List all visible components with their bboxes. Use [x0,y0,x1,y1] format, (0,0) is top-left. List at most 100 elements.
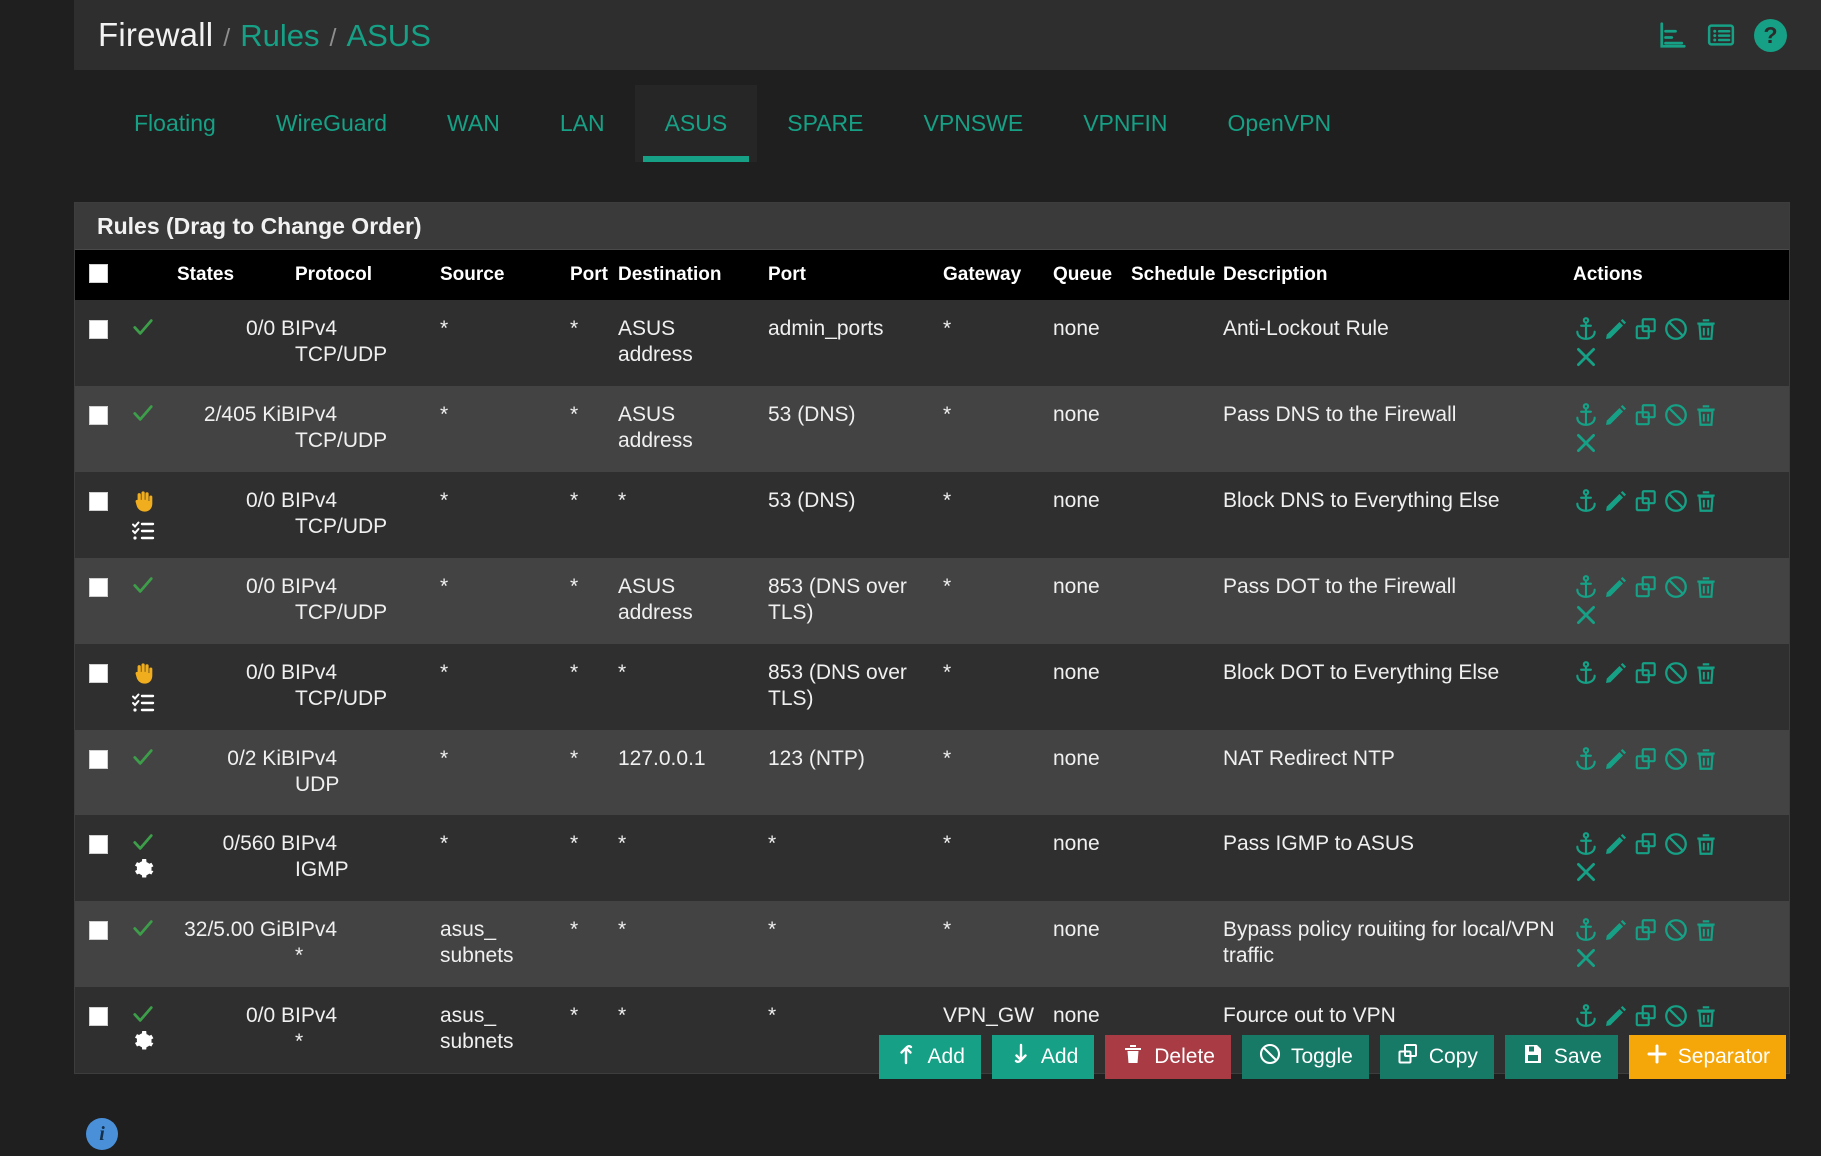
cell-states[interactable]: 2/405 KiB [177,386,295,472]
edit-icon[interactable] [1603,917,1629,943]
block-icon[interactable] [1663,488,1689,514]
edit-icon[interactable] [1603,488,1629,514]
copy-icon[interactable] [1633,1003,1659,1029]
table-row[interactable]: 2/405 KiB IPv4 TCP/UDP * * ASUS address 53 (DNS… [75,386,1789,472]
anchor-icon[interactable] [1573,746,1599,772]
edit-icon[interactable] [1603,574,1629,600]
separator-button[interactable]: Separator [1628,1035,1786,1079]
cell-states[interactable]: 0/2 KiB [177,730,295,815]
trash-icon[interactable] [1693,574,1719,600]
block-icon[interactable] [1663,574,1689,600]
trash-icon[interactable] [1693,831,1719,857]
tab-spare[interactable]: SPARE [757,85,893,162]
edit-icon[interactable] [1603,1003,1629,1029]
close-icon[interactable] [1573,430,1599,456]
help-icon[interactable]: ? [1754,18,1787,52]
row-checkbox[interactable] [89,750,108,769]
tab-wan[interactable]: WAN [417,85,530,162]
block-icon[interactable] [1663,660,1689,686]
add-down-button[interactable]: Add [991,1035,1095,1079]
row-checkbox[interactable] [89,834,108,854]
list-icon[interactable] [1706,20,1736,50]
trash-icon[interactable] [1693,917,1719,943]
copy-button[interactable]: Copy [1379,1035,1494,1079]
table-row[interactable]: 0/0 B IPv4 TCP/UDP * * ASUS address 853 (DNS ov… [75,558,1789,644]
copy-icon[interactable] [1633,660,1659,686]
breadcrumb-rules-link[interactable]: Rules [240,18,319,54]
tab-asus[interactable]: ASUS [634,85,758,162]
row-checkbox[interactable] [89,920,108,940]
cell-states[interactable]: 32/5.00 GiB [177,901,295,987]
copy-icon[interactable] [1633,316,1659,342]
save-button[interactable]: Save [1504,1035,1618,1079]
row-checkbox[interactable] [89,664,108,683]
block-icon[interactable] [1663,917,1689,943]
cell-states[interactable]: 0/0 B [177,644,295,730]
row-checkbox[interactable] [89,406,108,425]
cell-states[interactable]: 0/0 B [177,558,295,644]
delete-button[interactable]: Delete [1105,1035,1231,1079]
cell-source[interactable]: asus_ subnets [440,901,570,987]
edit-icon[interactable] [1603,746,1629,772]
copy-icon[interactable] [1633,917,1659,943]
tab-lan[interactable]: LAN [530,85,635,162]
cell-states[interactable]: 0/0 B [177,472,295,558]
copy-icon[interactable] [1633,488,1659,514]
block-icon[interactable] [1663,402,1689,428]
block-icon[interactable] [1663,316,1689,342]
edit-icon[interactable] [1603,402,1629,428]
cell-states[interactable]: 0/0 B [177,300,295,386]
close-icon[interactable] [1573,859,1599,885]
anchor-icon[interactable] [1573,574,1599,600]
tab-openvpn[interactable]: OpenVPN [1198,85,1362,162]
table-row[interactable]: 32/5.00 GiB IPv4 * asus_ subnets * * * * none Bypa… [75,900,1789,987]
table-row[interactable]: 0/0 B IPv4 TCP/UDP * * * 853 (DNS over TLS) * no… [75,644,1789,730]
trash-icon[interactable] [1693,660,1719,686]
tab-vpnswe[interactable]: VPNSWE [894,85,1054,162]
cell-port-destination[interactable]: admin_ports [768,300,943,386]
close-icon[interactable] [1573,945,1599,971]
row-checkbox[interactable] [89,1006,108,1026]
row-checkbox[interactable] [89,492,108,511]
block-icon[interactable] [1663,831,1689,857]
anchor-icon[interactable] [1573,660,1599,686]
copy-icon[interactable] [1633,574,1659,600]
edit-icon[interactable] [1603,831,1629,857]
table-row[interactable]: 0/560 B IPv4 IGMP * * * * * none Pass IGMP to ASU… [75,814,1789,901]
anchor-icon[interactable] [1573,488,1599,514]
anchor-icon[interactable] [1573,831,1599,857]
trash-icon[interactable] [1693,316,1719,342]
table-row[interactable]: 0/2 KiB IPv4 UDP * * 127.0.0.1 123 (NTP) * none N… [75,730,1789,815]
close-icon[interactable] [1573,602,1599,628]
block-icon[interactable] [1663,746,1689,772]
add-up-button[interactable]: Add [878,1035,981,1079]
table-row[interactable]: 0/0 B IPv4 TCP/UDP * * ASUS address admin_ports… [75,300,1789,386]
breadcrumb-current[interactable]: ASUS [346,18,430,54]
edit-icon[interactable] [1603,660,1629,686]
select-all-checkbox[interactable] [89,264,108,283]
trash-icon[interactable] [1693,402,1719,428]
anchor-icon[interactable] [1573,917,1599,943]
trash-icon[interactable] [1693,488,1719,514]
anchor-icon[interactable] [1573,402,1599,428]
row-checkbox[interactable] [89,320,108,339]
tab-floating[interactable]: Floating [104,85,246,162]
anchor-icon[interactable] [1573,1003,1599,1029]
row-checkbox[interactable] [89,578,108,597]
tab-vpnfin[interactable]: VPNFIN [1053,85,1197,162]
copy-icon[interactable] [1633,831,1659,857]
toggle-button[interactable]: Toggle [1241,1035,1369,1079]
trash-icon[interactable] [1693,1003,1719,1029]
table-row[interactable]: 0/0 B IPv4 TCP/UDP * * * 53 (DNS) * none Block DN… [75,472,1789,558]
info-icon[interactable]: i [86,1118,118,1150]
trash-icon[interactable] [1693,746,1719,772]
copy-icon[interactable] [1633,746,1659,772]
tab-wireguard[interactable]: WireGuard [246,85,417,162]
close-icon[interactable] [1573,344,1599,370]
anchor-icon[interactable] [1573,316,1599,342]
copy-icon[interactable] [1633,402,1659,428]
stats-icon[interactable] [1658,20,1688,50]
edit-icon[interactable] [1603,316,1629,342]
block-icon[interactable] [1663,1003,1689,1029]
cell-states[interactable]: 0/560 B [177,815,295,901]
